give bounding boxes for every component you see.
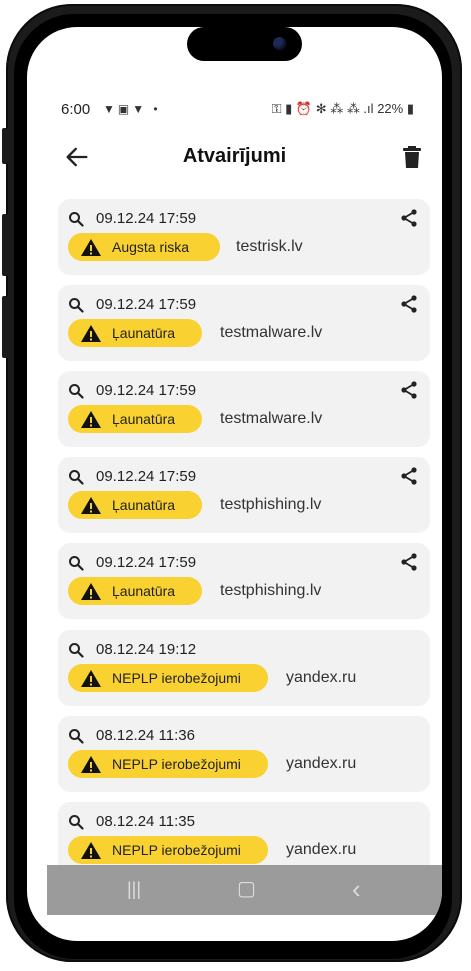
risk-badge-label: NEPLP ierobežojumi — [112, 756, 241, 772]
history-domain: testrisk.lv — [236, 238, 303, 255]
history-card[interactable]: 09.12.24 17:59 Ļaunatūra testmalware.lv — [58, 371, 430, 447]
status-bar: 6:00 ▼▣▼ • ⚿ ▮ ⏰ ✻ ⁂ ⁂ .ıl 22% ▮ — [27, 99, 442, 121]
risk-badge: NEPLP ierobežojumi — [68, 664, 268, 692]
search-icon — [69, 729, 84, 744]
search-icon — [69, 556, 84, 571]
search-icon — [69, 212, 84, 227]
history-domain: testmalware.lv — [220, 324, 323, 341]
risk-badge: Ļaunatūra — [68, 319, 202, 347]
history-date: 08.12.24 19:12 — [96, 641, 197, 658]
warning-icon — [81, 670, 101, 687]
risk-badge: Augsta riska — [68, 233, 220, 261]
phone-volume-down-button — [2, 296, 8, 358]
share-icon[interactable] — [400, 553, 418, 571]
history-card[interactable]: 09.12.24 17:59 Augsta riska testrisk.lv — [58, 199, 430, 275]
history-domain: testphishing.lv — [220, 496, 322, 513]
warning-icon — [81, 583, 101, 600]
history-date: 09.12.24 17:59 — [96, 382, 197, 399]
status-right-icons: ⚿ ▮ ⏰ ✻ ⁂ ⁂ .ıl 22% ▮ — [272, 101, 414, 117]
risk-badge-label: Ļaunatūra — [112, 583, 176, 599]
share-icon[interactable] — [400, 467, 418, 485]
search-icon — [69, 470, 84, 485]
search-icon — [69, 298, 84, 313]
history-date: 08.12.24 11:36 — [96, 727, 195, 744]
warning-icon — [81, 497, 101, 514]
search-icon — [69, 643, 84, 658]
share-icon[interactable] — [400, 295, 418, 313]
risk-badge-label: Ļaunatūra — [112, 325, 176, 341]
history-card[interactable]: 08.12.24 11:36 NEPLP ierobežojumi yandex.r… — [58, 716, 430, 792]
warning-icon — [81, 842, 101, 859]
phone-screen: 6:00 ▼▣▼ • ⚿ ▮ ⏰ ✻ ⁂ ⁂ .ıl 22% ▮ Atvairī… — [27, 27, 442, 941]
history-domain: yandex.ru — [286, 755, 357, 772]
risk-badge-label: Ļaunatūra — [112, 497, 176, 513]
system-nav-bar: ||| ▢ ‹ — [47, 865, 442, 915]
history-date: 09.12.24 17:59 — [96, 210, 197, 227]
history-date: 08.12.24 11:35 — [96, 813, 195, 830]
status-time: 6:00 — [61, 101, 91, 118]
history-date: 09.12.24 17:59 — [96, 296, 197, 313]
notification-icons: ▼▣▼ • — [103, 102, 161, 116]
risk-badge: Ļaunatūra — [68, 405, 202, 433]
risk-badge: Ļaunatūra — [68, 491, 202, 519]
share-icon[interactable] — [400, 209, 418, 227]
share-icon[interactable] — [400, 381, 418, 399]
history-domain: yandex.ru — [286, 841, 357, 858]
risk-badge-label: Augsta riska — [112, 239, 190, 255]
risk-badge-label: NEPLP ierobežojumi — [112, 670, 241, 686]
phone-action-button — [2, 128, 8, 164]
system-icons: ⚿ ▮ ⏰ ✻ ⁂ ⁂ .ıl — [271, 101, 374, 116]
risk-badge-label: NEPLP ierobežojumi — [112, 842, 241, 858]
page-title: Atvairījumi — [182, 145, 287, 167]
recents-button[interactable]: ||| — [127, 879, 141, 900]
history-card[interactable]: 09.12.24 17:59 Ļaunatūra testphishing.lv — [58, 457, 430, 533]
risk-badge: Ļaunatūra — [68, 577, 202, 605]
history-card[interactable]: 09.12.24 17:59 Ļaunatūra testmalware.lv — [58, 285, 430, 361]
warning-icon — [81, 239, 101, 256]
battery-percent: 22% — [377, 101, 404, 116]
phone-volume-up-button — [2, 214, 8, 276]
history-domain: testphishing.lv — [220, 582, 322, 599]
camera-icon — [273, 37, 286, 50]
risk-badge: NEPLP ierobežojumi — [68, 750, 268, 778]
search-icon — [69, 815, 84, 830]
history-domain: testmalware.lv — [220, 410, 323, 427]
history-domain: yandex.ru — [286, 669, 357, 686]
battery-icon: ▮ — [406, 101, 414, 116]
history-card[interactable]: 08.12.24 19:12 NEPLP ierobežojumi yandex.r… — [58, 630, 430, 706]
nav-back-button[interactable]: ‹ — [352, 874, 361, 905]
search-icon — [69, 384, 84, 399]
history-card[interactable]: 09.12.24 17:59 Ļaunatūra testphishing.lv — [58, 543, 430, 619]
app-bar: Atvairījumi — [27, 139, 442, 179]
warning-icon — [81, 756, 101, 773]
history-date: 09.12.24 17:59 — [96, 468, 197, 485]
history-date: 09.12.24 17:59 — [96, 554, 197, 571]
home-button[interactable]: ▢ — [237, 876, 256, 901]
warning-icon — [81, 411, 101, 428]
warning-icon — [81, 325, 101, 342]
trash-icon[interactable] — [402, 145, 422, 169]
risk-badge-label: Ļaunatūra — [112, 411, 176, 427]
risk-badge: NEPLP ierobežojumi — [68, 836, 268, 864]
